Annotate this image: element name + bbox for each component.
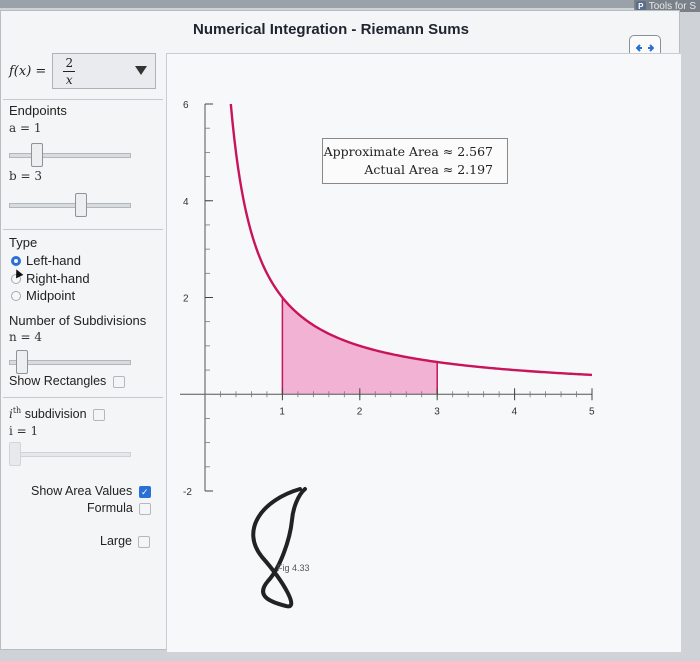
x-tick-label: 5 [589, 406, 595, 417]
x-tick-label: 2 [357, 406, 363, 417]
x-tick-label: 3 [434, 406, 440, 417]
x-tick-label: 4 [512, 406, 518, 417]
riemann-plot: 1 2 3 4 5 -2 2 4 6 [180, 100, 595, 609]
y-tick-label: -2 [183, 487, 192, 498]
x-tick-label: 1 [279, 406, 285, 417]
figure-caption: Fig 4.33 [277, 563, 310, 573]
area-legend: Approximate Area ≈ 2.567 Actual Area ≈ 2… [322, 138, 508, 184]
handwritten-mark [251, 487, 307, 609]
y-tick-label: 6 [183, 100, 189, 111]
y-tick-label: 4 [183, 197, 189, 208]
y-tick-label: 2 [183, 294, 189, 305]
approximate-area-text: Approximate Area ≈ 2.567 [323, 144, 493, 159]
actual-area-text: Actual Area ≈ 2.197 [364, 162, 493, 177]
